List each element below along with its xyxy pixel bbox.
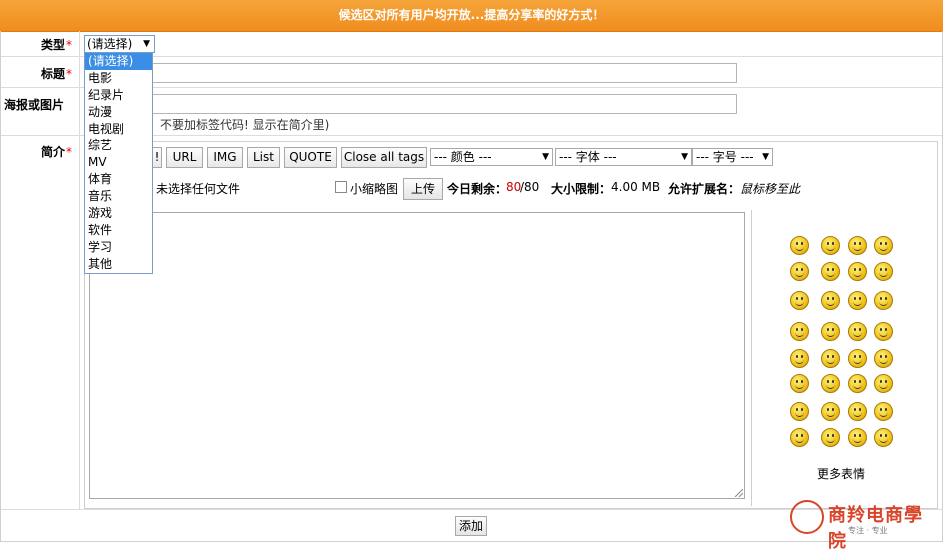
intro-label: 简介* [0,143,72,160]
no-file-text: 未选择任何文件 [156,182,241,196]
logo: 商羚电商學院 专注 · 专业 [790,498,940,552]
dropdown-arrow-icon: ▼ [762,152,769,162]
toolbar-button[interactable]: ! [152,147,162,168]
type-option[interactable]: 电影 [85,70,152,87]
font-select-value: --- 字体 --- [559,150,617,164]
intro-textarea[interactable] [89,212,745,499]
ext-label: 允许扩展名： [668,182,741,196]
label-column-divider [79,31,80,509]
smiley-icon[interactable] [790,322,809,341]
size-select[interactable]: --- 字号 --- ▼ [692,148,773,166]
dropdown-arrow-icon: ▼ [542,152,549,162]
upload-button[interactable]: 上传 [403,178,443,200]
type-option[interactable]: 综艺 [85,137,152,154]
dropdown-arrow-icon: ▼ [143,39,150,49]
thumbnail-checkbox[interactable] [335,181,347,193]
type-label-text: 类型 [40,38,65,52]
smiley-icon[interactable] [874,322,893,341]
smiley-icon[interactable] [790,428,809,447]
smiley-icon[interactable] [848,236,867,255]
smiley-icon[interactable] [821,402,840,421]
smiley-icon[interactable] [821,374,840,393]
smiley-icon[interactable] [848,402,867,421]
smiley-icon[interactable] [790,349,809,368]
type-label: 类型* [0,36,72,53]
smiley-icon[interactable] [821,428,840,447]
smiley-icon[interactable] [874,374,893,393]
smiley-icon[interactable] [790,236,809,255]
size-limit-label: 大小限制： [551,182,612,196]
banner-notice: 候选区对所有用户均开放...提高分享率的好方式！ [0,0,943,32]
title-label-text: 标题 [40,67,65,81]
type-option[interactable]: 纪录片 [85,87,152,104]
more-smilies-link[interactable]: 更多表情 [817,465,865,482]
smiley-icon[interactable] [790,402,809,421]
type-option[interactable]: 其他 [85,256,152,273]
close-all-tags-button[interactable]: Close all tags [341,147,427,168]
smiley-icon[interactable] [848,322,867,341]
smiley-icon[interactable] [848,262,867,281]
size-limit-value: 4.00 MB [611,180,661,194]
title-input[interactable] [150,63,737,83]
title-label: 标题* [0,65,72,82]
type-option[interactable]: MV [85,154,152,171]
type-select-value: (请选择) [87,37,133,51]
thumbnail-label: 小缩略图 [350,182,399,196]
smiley-icon[interactable] [848,291,867,310]
smiley-icon[interactable] [821,291,840,310]
smiley-icon[interactable] [848,374,867,393]
poster-hint: 不要加标签代码! 显示在简介里) [160,118,330,132]
smiley-icon[interactable] [790,374,809,393]
required-mark: * [66,67,72,81]
size-select-value: --- 字号 --- [696,150,754,164]
required-mark: * [66,38,72,52]
resize-handle-icon[interactable] [735,489,743,497]
type-option[interactable]: 电视剧 [85,121,152,138]
smiley-icon[interactable] [848,349,867,368]
add-button[interactable]: 添加 [455,516,487,536]
type-option[interactable]: 游戏 [85,205,152,222]
smiley-icon[interactable] [821,236,840,255]
smiley-icon[interactable] [848,428,867,447]
img-button[interactable]: IMG [207,147,243,168]
type-option[interactable]: 音乐 [85,188,152,205]
poster-label: 海报或图片 [4,98,65,112]
type-option[interactable]: (请选择) [85,53,152,70]
smiley-icon[interactable] [874,262,893,281]
smiley-panel [751,210,937,506]
type-option[interactable]: 动漫 [85,104,152,121]
color-select-value: --- 颜色 --- [434,150,492,164]
url-button[interactable]: URL [166,147,203,168]
smiley-icon[interactable] [874,236,893,255]
logo-mark-icon [790,500,824,534]
poster-input[interactable] [150,94,737,114]
smiley-icon[interactable] [790,262,809,281]
smiley-icon[interactable] [874,349,893,368]
smiley-icon[interactable] [821,349,840,368]
smiley-icon[interactable] [790,291,809,310]
type-select[interactable]: (请选择) ▼ [84,35,155,53]
today-left-label: 今日剩余： [447,182,508,196]
quote-button[interactable]: QUOTE [284,147,337,168]
smiley-icon[interactable] [821,262,840,281]
smiley-icon[interactable] [874,402,893,421]
today-left-value: 80 [506,180,522,194]
dropdown-arrow-icon: ▼ [681,152,688,162]
smiley-icon[interactable] [821,322,840,341]
logo-tagline: 专注 · 专业 [848,526,888,535]
font-select[interactable]: --- 字体 --- ▼ [555,148,692,166]
type-option[interactable]: 学习 [85,239,152,256]
smiley-icon[interactable] [874,291,893,310]
today-left-total: /80 [520,180,540,194]
type-option[interactable]: 软件 [85,222,152,239]
intro-label-text: 简介 [40,145,65,159]
ext-value[interactable]: 鼠标移至此 [740,180,800,197]
smiley-icon[interactable] [874,428,893,447]
list-button[interactable]: List [247,147,280,168]
required-mark: * [66,145,72,159]
color-select[interactable]: --- 颜色 --- ▼ [430,148,553,166]
type-dropdown-list: (请选择) 电影 纪录片 动漫 电视剧 综艺 MV 体育 音乐 游戏 软件 学习… [84,52,153,274]
type-option[interactable]: 体育 [85,171,152,188]
